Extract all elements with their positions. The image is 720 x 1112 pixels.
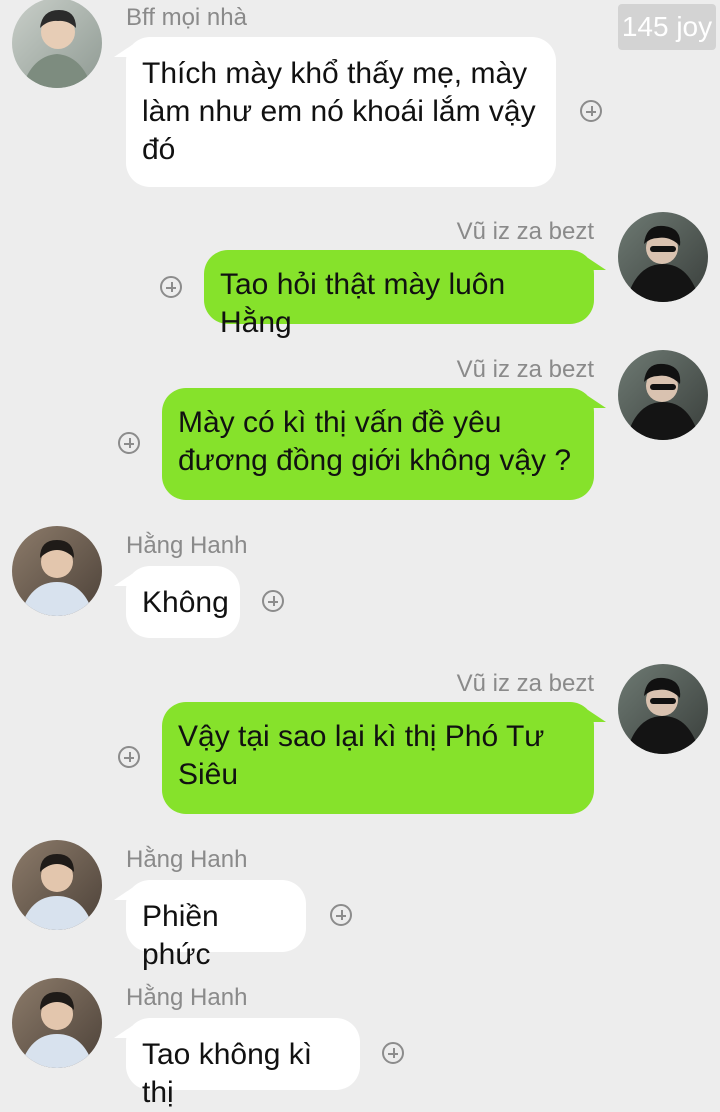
sender-name: Hằng Hanh xyxy=(126,532,248,559)
message-text: Phiền phức xyxy=(142,900,219,971)
message-text: Tao hỏi thật mày luôn Hằng xyxy=(220,268,506,339)
plus-circle-icon[interactable] xyxy=(580,100,602,122)
avatar-bff[interactable] xyxy=(12,0,102,88)
message-text: Tao không kì thị xyxy=(142,1038,313,1109)
avatar-hang[interactable] xyxy=(12,840,102,930)
message-bubble[interactable]: Tao hỏi thật mày luôn Hằng xyxy=(204,250,606,339)
sender-name: Vũ iz za bezt xyxy=(456,356,594,383)
avatar-hang[interactable] xyxy=(12,526,102,616)
message-bubble[interactable]: Tao không kì thị xyxy=(114,1018,360,1109)
plus-circle-icon[interactable] xyxy=(118,432,140,454)
message-bubble[interactable]: Thích mày khổ thấy mẹ, mày làm như em nó… xyxy=(114,37,556,187)
message-text: Mày có kì thị vấn đề yêu đương đồng giới… xyxy=(178,406,572,477)
avatar-vu[interactable] xyxy=(618,212,708,302)
message-text: Thích mày khổ thấy mẹ, mày làm như em nó… xyxy=(142,57,536,166)
plus-circle-icon[interactable] xyxy=(160,276,182,298)
message-text: Vậy tại sao lại kì thị Phó Tư Siêu xyxy=(178,720,545,791)
sender-name: Hằng Hanh xyxy=(126,846,248,873)
message-bubble[interactable]: Phiền phức xyxy=(114,880,306,971)
plus-circle-icon[interactable] xyxy=(118,746,140,768)
message-bubble[interactable]: Mày có kì thị vấn đề yêu đương đồng giới… xyxy=(162,388,606,500)
message-bubble[interactable]: Không xyxy=(114,566,240,638)
plus-circle-icon[interactable] xyxy=(330,904,352,926)
sender-name: Vũ iz za bezt xyxy=(456,218,594,245)
watermark: 145 joy xyxy=(618,4,716,50)
avatar-hang[interactable] xyxy=(12,978,102,1068)
sender-name: Bff mọi nhà xyxy=(126,4,247,31)
avatar-vu[interactable] xyxy=(618,350,708,440)
plus-circle-icon[interactable] xyxy=(262,590,284,612)
sender-name: Vũ iz za bezt xyxy=(456,670,594,697)
sender-name: Hằng Hanh xyxy=(126,984,248,1011)
message-text: Không xyxy=(142,586,229,619)
avatar-vu[interactable] xyxy=(618,664,708,754)
plus-circle-icon[interactable] xyxy=(382,1042,404,1064)
message-bubble[interactable]: Vậy tại sao lại kì thị Phó Tư Siêu xyxy=(162,702,606,814)
